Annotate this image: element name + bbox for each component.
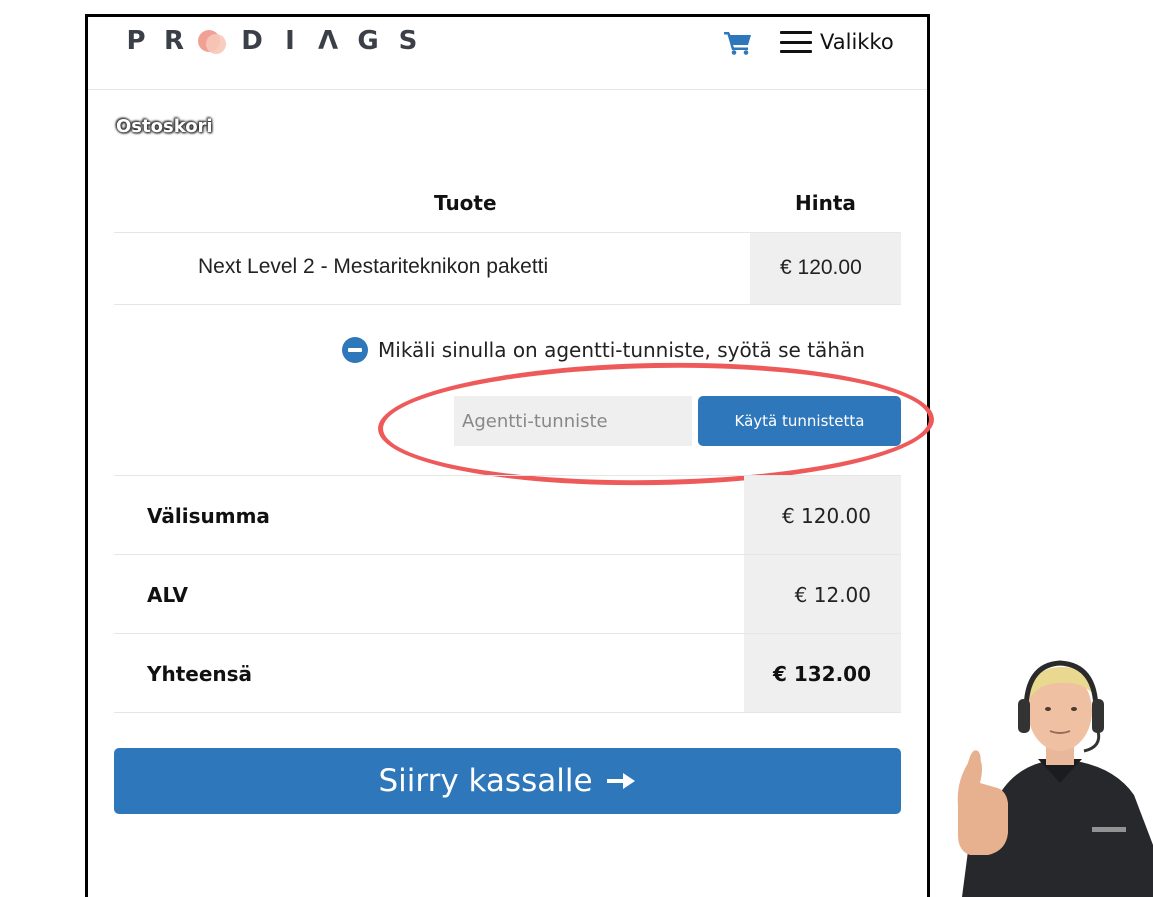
subtotal-label: Välisumma [147, 504, 270, 528]
logo-letter-a: Λ [317, 26, 339, 56]
column-header-product: Tuote [434, 191, 497, 215]
logo-letter-p: P [126, 26, 146, 56]
vat-value-cell: € 12.00 [744, 555, 901, 633]
agent-code-input[interactable] [454, 396, 692, 446]
menu-label: Valikko [820, 30, 894, 54]
page-title: Ostoskori [116, 116, 213, 137]
subtotal-value: € 120.00 [781, 504, 871, 528]
subtotal-value-cell: € 120.00 [744, 476, 901, 554]
summary-row-subtotal: Välisumma € 120.00 [114, 476, 901, 555]
order-summary: Välisumma € 120.00 ALV € 12.00 Yhteensä … [114, 475, 901, 713]
logo-dot-icon [192, 26, 232, 56]
brand-logo[interactable]: P R D I Λ G S [116, 23, 428, 59]
logo-letter-r: R [163, 26, 185, 56]
mobile-page-frame: P R D I Λ G S Valikko Ostoskori Tuote Hi… [85, 14, 936, 897]
summary-row-vat: ALV € 12.00 [114, 555, 901, 634]
hamburger-menu-icon [780, 31, 812, 53]
cart-table: Tuote Hinta Next Level 2 - Mestariteknik… [114, 179, 901, 305]
total-label: Yhteensä [147, 662, 253, 686]
total-value-cell: € 132.00 [744, 634, 901, 712]
agent-code-prompt: Mikäli sinulla on agentti-tunniste, syöt… [378, 338, 865, 362]
vat-value: € 12.00 [794, 583, 871, 607]
logo-letter-d: D [241, 26, 263, 56]
shopping-cart-icon[interactable] [724, 31, 752, 55]
checkout-button[interactable]: Siirry kassalle [114, 748, 901, 814]
apply-agent-code-button[interactable]: Käytä tunnistetta [698, 396, 901, 446]
table-row: Next Level 2 - Mestariteknikon paketti €… [114, 233, 901, 305]
column-header-price: Hinta [795, 191, 856, 215]
total-value: € 132.00 [772, 662, 871, 686]
screenshot-canvas: P R D I Λ G S Valikko Ostoskori Tuote Hi… [0, 0, 1153, 897]
arrow-right-icon [606, 771, 637, 791]
presenter-thumbs-up-photo [942, 655, 1153, 897]
checkout-label: Siirry kassalle [378, 763, 593, 799]
table-header-row: Tuote Hinta [114, 179, 901, 233]
vat-label: ALV [147, 583, 188, 607]
site-header: P R D I Λ G S Valikko [88, 17, 927, 90]
logo-letter-s: S [398, 26, 418, 56]
summary-row-total: Yhteensä € 132.00 [114, 634, 901, 713]
product-price: € 120.00 [780, 256, 862, 279]
agent-code-toggle[interactable]: Mikäli sinulla on agentti-tunniste, syöt… [342, 337, 865, 363]
menu-button[interactable]: Valikko [780, 27, 894, 57]
product-price-cell: € 120.00 [750, 233, 901, 304]
logo-letter-g: G [357, 26, 379, 56]
minus-circle-icon [342, 337, 368, 363]
logo-letter-i: I [285, 26, 295, 56]
product-name[interactable]: Next Level 2 - Mestariteknikon paketti [198, 255, 548, 279]
